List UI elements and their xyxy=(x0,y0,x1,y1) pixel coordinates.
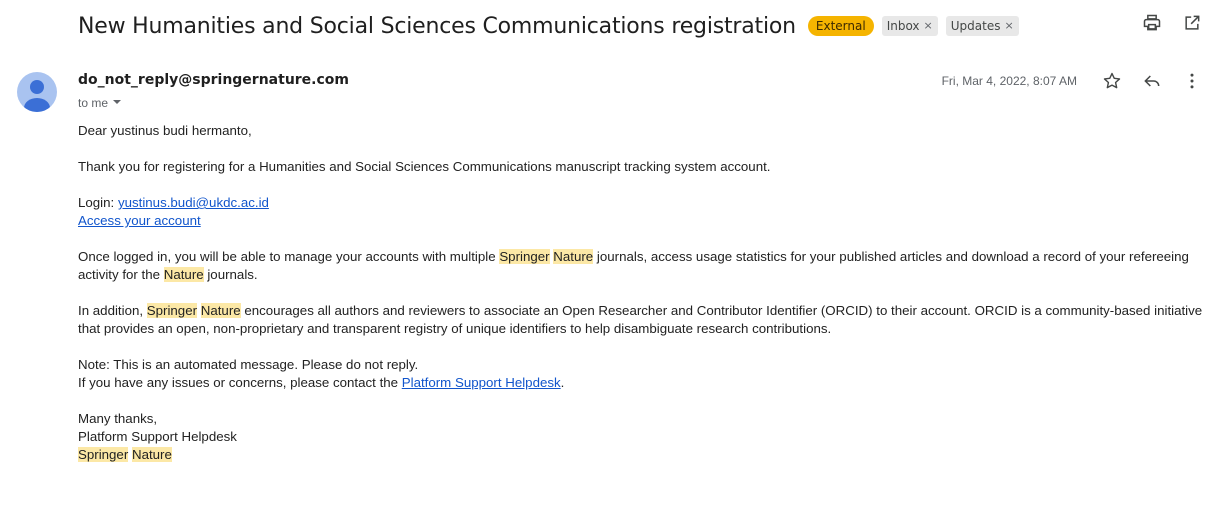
subject-row: New Humanities and Social Sciences Commu… xyxy=(78,10,1203,42)
thanks-paragraph: Thank you for registering for a Humaniti… xyxy=(78,159,771,174)
highlight-nature: Nature xyxy=(163,267,204,282)
login-email-link[interactable]: yustinus.budi@ukdc.ac.id xyxy=(118,195,269,210)
paragraph-text: journals. xyxy=(203,267,258,282)
highlight-nature: Nature xyxy=(131,447,172,462)
helpdesk-link[interactable]: Platform Support Helpdesk xyxy=(402,375,561,390)
remove-updates-label-icon[interactable]: × xyxy=(1004,18,1013,34)
greeting: Dear yustinus budi hermanto, xyxy=(78,123,252,138)
highlight-springer: Springer xyxy=(499,249,550,264)
highlight-springer: Springer xyxy=(146,303,198,318)
updates-label-chip[interactable]: Updates × xyxy=(945,16,1019,36)
reply-icon[interactable] xyxy=(1141,70,1163,92)
more-vert-icon[interactable] xyxy=(1181,70,1203,92)
message-body: Dear yustinus budi hermanto, Thank you f… xyxy=(78,122,1206,482)
issues-prefix: If you have any issues or concerns, plea… xyxy=(78,375,402,390)
issues-suffix: . xyxy=(560,375,565,390)
avatar-icon[interactable] xyxy=(17,72,57,112)
paragraph-text: encourages all authors and reviewers to … xyxy=(78,303,1203,336)
access-account-link[interactable]: Access your account xyxy=(78,213,201,228)
paragraph-text: Once logged in, you will be able to mana… xyxy=(78,249,500,264)
inbox-label-text: Inbox xyxy=(886,19,920,33)
highlight-nature: Nature xyxy=(553,249,594,264)
login-label: Login: xyxy=(78,195,118,210)
recipient-toggle[interactable]: to me xyxy=(78,96,122,110)
print-icon[interactable] xyxy=(1141,12,1163,34)
star-icon[interactable] xyxy=(1101,70,1123,92)
signoff: Many thanks, xyxy=(78,411,158,426)
paragraph-text: In addition, xyxy=(78,303,147,318)
note-line: Note: This is an automated message. Plea… xyxy=(78,357,419,372)
chevron-down-icon[interactable] xyxy=(112,96,122,110)
header-actions xyxy=(1141,12,1203,34)
signature-block: Many thanks, Platform Support Helpdesk S… xyxy=(78,410,1206,464)
message-date: Fri, Mar 4, 2022, 8:07 AM xyxy=(941,74,1077,88)
recipient-label: to me xyxy=(78,96,109,110)
open-in-new-window-icon[interactable] xyxy=(1181,12,1203,34)
signature-team: Platform Support Helpdesk xyxy=(78,429,237,444)
manage-accounts-paragraph: Once logged in, you will be able to mana… xyxy=(78,248,1206,284)
orcid-paragraph: In addition, Springer Nature encourages … xyxy=(78,302,1206,338)
highlight-nature: Nature xyxy=(200,303,241,318)
email-subject: New Humanities and Social Sciences Commu… xyxy=(78,13,796,39)
updates-label-text: Updates xyxy=(950,19,1001,33)
remove-inbox-label-icon[interactable]: × xyxy=(924,18,933,34)
sender-email[interactable]: do_not_reply@springernature.com xyxy=(78,72,349,88)
external-label: External xyxy=(807,16,874,36)
login-block: Login: yustinus.budi@ukdc.ac.id Access y… xyxy=(78,194,1206,230)
note-block: Note: This is an automated message. Plea… xyxy=(78,356,1206,392)
highlight-springer: Springer xyxy=(78,447,129,462)
message-meta: Fri, Mar 4, 2022, 8:07 AM xyxy=(942,70,1203,92)
inbox-label-chip[interactable]: Inbox × xyxy=(881,16,938,36)
